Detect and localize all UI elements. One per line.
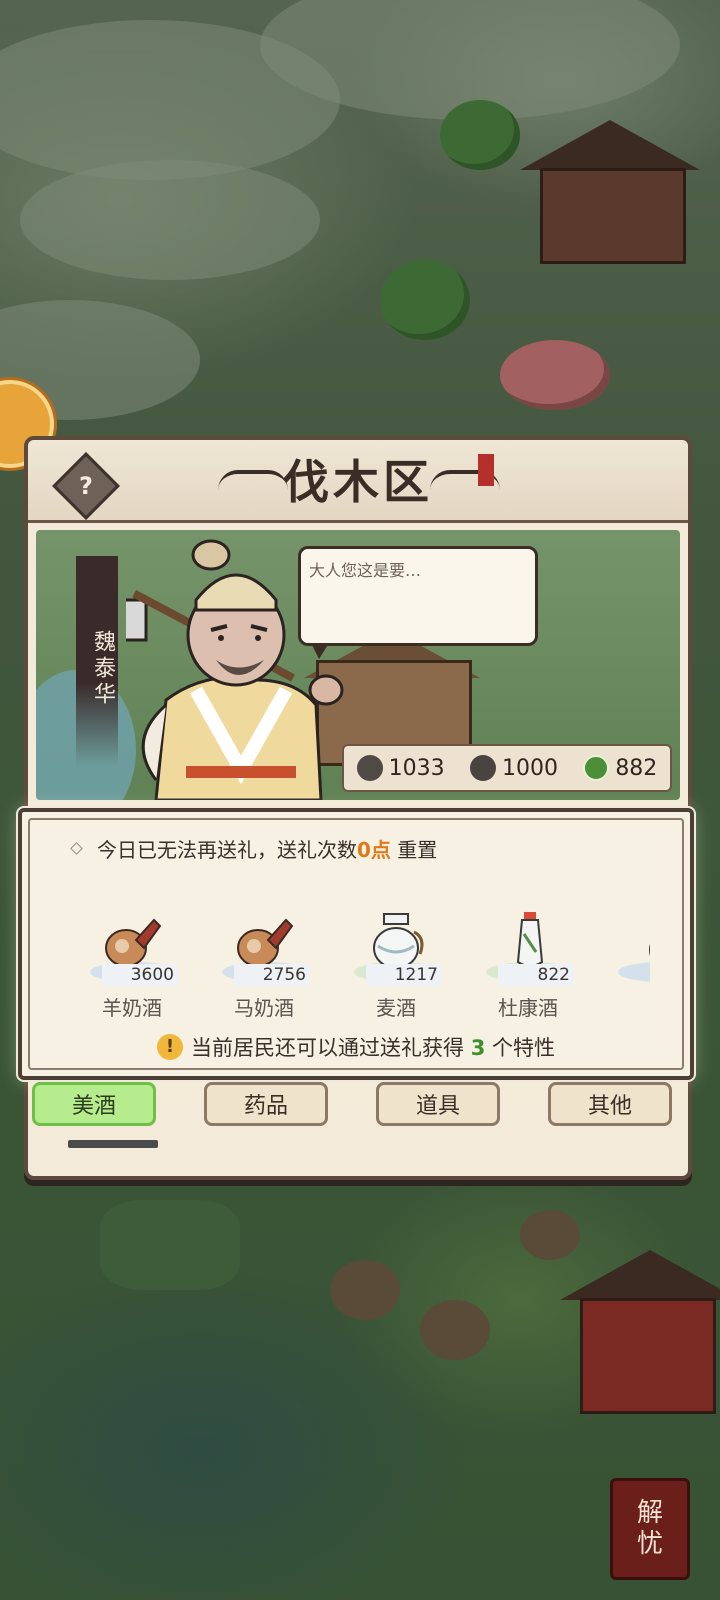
stat-heart-value: 1000: [501, 755, 558, 781]
stat-wood-value: 1033: [388, 755, 445, 781]
corner-seal-button[interactable]: 解 忧: [610, 1478, 690, 1580]
tree: [420, 1300, 490, 1360]
resident-stats: 1033 1000 882: [342, 744, 672, 792]
stat-heart: 1000: [469, 755, 558, 781]
leaf-icon: [583, 755, 610, 781]
tab-other[interactable]: 其他: [548, 1082, 672, 1126]
heart-icon: [469, 755, 496, 781]
item-name: 羊奶酒: [102, 996, 162, 1020]
wine-skin-icon: [237, 918, 294, 967]
tower-building: [580, 1298, 716, 1414]
stat-leaf: 882: [583, 755, 657, 781]
title-stamp-icon: [478, 454, 494, 486]
exclamation-icon: !: [157, 1034, 183, 1060]
trait-hint-prefix: 当前居民还可以通过送礼获得: [191, 1036, 471, 1060]
gift-item[interactable]: 2756 马奶酒: [204, 908, 324, 1028]
resident-name: 魏泰华: [76, 556, 118, 766]
gift-item[interactable]: 1217 麦酒: [336, 908, 456, 1028]
panel-title: 伐木区: [283, 455, 433, 509]
tree: [440, 100, 520, 170]
item-count: 822: [498, 964, 574, 986]
gift-item-list: 3600 羊奶酒 2756 马奶酒 1217 麦酒 822 杜康酒: [72, 908, 650, 1028]
gift-notice-prefix: 今日已无法再送礼，送礼次数: [97, 838, 357, 862]
tree: [500, 340, 610, 410]
diamond-bullet-icon: [70, 842, 83, 855]
tab-medicine[interactable]: 药品: [204, 1082, 328, 1126]
corner-seal-line2: 忧: [636, 1529, 663, 1559]
trait-hint-count: 3: [470, 1036, 486, 1060]
wine-skin-icon: [105, 918, 162, 967]
tree: [330, 1260, 400, 1320]
pavilion-roof: [520, 120, 700, 170]
tower-roof: [560, 1250, 720, 1300]
tab-wine[interactable]: 美酒: [32, 1082, 156, 1126]
gift-item[interactable]: 兰: [600, 908, 650, 1028]
cloud: [20, 160, 320, 280]
reed-patch: [100, 1200, 240, 1290]
item-count: 1217: [366, 964, 442, 986]
pavilion-building: [540, 168, 686, 264]
gift-item[interactable]: 3600 羊奶酒: [72, 908, 192, 1028]
wood-icon: [356, 755, 383, 781]
wine-jar-icon: [373, 913, 424, 969]
panel-header: ? 伐木区: [28, 440, 688, 523]
trait-hint-suffix: 个特性: [485, 1036, 555, 1060]
speech-bubble: 大人您这是要…: [298, 546, 538, 659]
item-name: 杜康酒: [498, 996, 558, 1020]
scroll-indicator: [68, 1140, 158, 1148]
gift-notice: 今日已无法再送礼，送礼次数0点 重置: [70, 834, 437, 863]
trait-hint-text: 当前居民还可以通过送礼获得 3 个特性: [191, 1032, 555, 1062]
gift-notice-text: 今日已无法再送礼，送礼次数0点 重置: [97, 834, 437, 863]
tree: [520, 1210, 580, 1260]
wine-bottle-icon: [649, 943, 650, 957]
tab-props[interactable]: 道具: [376, 1082, 500, 1126]
gift-notice-suffix: 重置: [390, 838, 438, 862]
gift-item[interactable]: 822 杜康酒: [468, 908, 588, 1028]
resident-stage: 魏泰华 大人您这是要… 1033 1000 882: [36, 530, 680, 800]
corner-seal-line1: 解: [636, 1497, 663, 1528]
item-name: 麦酒: [376, 996, 416, 1020]
gift-notice-count: 0点: [357, 838, 391, 862]
item-count: 3600: [102, 964, 178, 986]
stat-leaf-value: 882: [615, 755, 658, 781]
gift-category-tabs: 美酒 药品 道具 其他: [30, 1082, 678, 1148]
gift-panel: 今日已无法再送礼，送礼次数0点 重置 3600 羊奶酒 2756 马奶酒 121…: [18, 808, 694, 1080]
wine-bottle-icon: [516, 912, 544, 967]
item-count: 2756: [234, 964, 310, 986]
tree: [380, 260, 470, 340]
trait-hint: ! 当前居民还可以通过送礼获得 3 个特性: [22, 1032, 690, 1062]
item-name: 马奶酒: [234, 996, 294, 1020]
stat-wood: 1033: [356, 755, 445, 781]
item-name: 兰: [600, 992, 650, 1021]
